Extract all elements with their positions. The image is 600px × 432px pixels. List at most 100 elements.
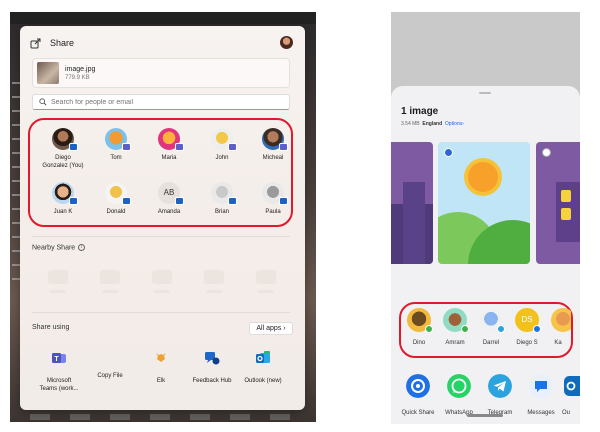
- share-icon: [30, 38, 41, 49]
- selected-check-icon[interactable]: [444, 148, 453, 157]
- avatar: AB: [158, 182, 184, 205]
- person-name: Dino: [412, 340, 426, 346]
- person-brian[interactable]: Brian: [197, 182, 247, 216]
- person-name: Amram: [445, 340, 465, 346]
- messages-icon: [533, 325, 541, 333]
- avatar: [105, 128, 131, 151]
- person-micheal[interactable]: Micheal: [248, 128, 298, 162]
- windows-share-dialog: Share image.jpg 779.9 KB Die: [20, 26, 305, 410]
- person-ka[interactable]: Ka: [545, 308, 571, 346]
- app-copy-file[interactable]: Copy File: [85, 350, 135, 380]
- app-telegram[interactable]: Telegram: [480, 374, 520, 416]
- file-size: 779.9 KB: [65, 74, 90, 81]
- telegram-icon: [488, 374, 512, 398]
- top-taskbar-strip: [10, 12, 316, 24]
- info-icon[interactable]: i: [78, 244, 86, 251]
- share-title: Share: [50, 38, 75, 48]
- background-text: [30, 414, 310, 420]
- person-name: Tom: [110, 155, 122, 161]
- outlook-icon: [256, 351, 270, 363]
- selection-subtitle: 3.54 MB England Options›: [401, 121, 464, 127]
- app-label: Outlook (new): [244, 378, 282, 384]
- search-input[interactable]: [51, 98, 271, 106]
- avatar-initials: DS: [521, 315, 533, 324]
- app-messages[interactable]: Messages: [521, 374, 561, 416]
- avatar: [105, 182, 131, 205]
- person-name: Juan K: [53, 209, 73, 215]
- person-darrel[interactable]: Darrel: [473, 308, 509, 346]
- avatar: [262, 182, 288, 205]
- feedback-icon: [205, 352, 220, 365]
- whatsapp-icon: [447, 374, 471, 398]
- avatar: [211, 182, 237, 205]
- person-name: Amanda: [157, 209, 181, 215]
- image-carousel: [391, 142, 580, 264]
- screenshot-root: Share image.jpg 779.9 KB Die: [0, 0, 600, 432]
- app-label: Feedback Hub: [192, 378, 232, 384]
- app-label: Messages: [527, 410, 555, 416]
- avatar: [407, 308, 433, 333]
- search-box[interactable]: [32, 94, 290, 110]
- app-feedback-hub[interactable]: Feedback Hub: [187, 350, 237, 385]
- outlook-icon: [564, 376, 580, 396]
- people-suggestions: Diego Gonzalez (You) Tom Maria John Mich…: [28, 118, 293, 227]
- image-thumbnail[interactable]: [536, 142, 580, 264]
- person-name: John: [215, 155, 229, 161]
- gesture-navigation-bar[interactable]: [467, 414, 503, 417]
- app-label: Copy File: [97, 373, 123, 379]
- app-outlook[interactable]: Ou: [559, 374, 580, 416]
- selection-title: 1 image: [401, 106, 439, 117]
- teams-icon: [279, 143, 288, 151]
- app-elk[interactable]: Elk: [136, 350, 186, 385]
- person-name: Micheal: [262, 155, 284, 161]
- android-share-screen: 1 image 3.54 MB England Options› Dino Am…: [391, 12, 580, 424]
- outlook-icon: [175, 197, 184, 205]
- app-whatsapp[interactable]: WhatsApp: [439, 374, 479, 416]
- person-name: Maria: [161, 155, 177, 161]
- options-link[interactable]: Options›: [445, 121, 464, 127]
- account-avatar[interactable]: [280, 36, 293, 49]
- image-thumbnail[interactable]: [391, 142, 433, 264]
- avatar: [443, 308, 469, 333]
- person-amanda[interactable]: AB Amanda: [144, 182, 194, 216]
- person-john[interactable]: John: [197, 128, 247, 162]
- avatar: [262, 128, 288, 151]
- person-paula[interactable]: Paula: [248, 182, 298, 216]
- person-maria[interactable]: Maria: [144, 128, 194, 162]
- share-header: Share: [30, 34, 295, 52]
- person-juan-k[interactable]: Juan K: [38, 182, 88, 216]
- drag-handle[interactable]: [479, 92, 491, 94]
- person-diego-s[interactable]: DS Diego S: [509, 308, 545, 346]
- file-name: image.jpg: [65, 65, 96, 73]
- svg-text:T: T: [54, 356, 59, 363]
- teams-icon: T: [52, 353, 66, 363]
- person-diego[interactable]: Diego Gonzalez (You): [38, 128, 88, 170]
- app-label: Microsoft Teams (work...: [39, 378, 79, 392]
- avatar: [158, 128, 184, 151]
- unselected-check-icon[interactable]: [542, 148, 551, 157]
- image-thumbnail-selected[interactable]: [438, 142, 530, 264]
- person-donald[interactable]: Donald: [91, 182, 141, 216]
- share-using-label: Share using: [32, 324, 70, 331]
- direct-share-people: Dino Amram Darrel DS Diego S Ka: [399, 302, 573, 358]
- avatar: [551, 308, 571, 332]
- person-amram[interactable]: Amram: [437, 308, 473, 346]
- divider: [32, 312, 290, 313]
- nearby-share-label: Nearby Share i: [32, 244, 86, 251]
- person-name: Paula: [265, 209, 281, 215]
- avatar-initials: AB: [163, 188, 175, 197]
- whatsapp-icon: [425, 325, 433, 333]
- app-quick-share[interactable]: Quick Share: [398, 374, 438, 416]
- avatar: DS: [515, 308, 541, 333]
- chevron-right-icon: ›: [283, 325, 286, 332]
- app-outlook-new[interactable]: Outlook (new): [238, 350, 288, 385]
- app-label: Quick Share: [401, 410, 435, 416]
- person-dino[interactable]: Dino: [401, 308, 437, 346]
- all-apps-button[interactable]: All apps ›: [249, 322, 293, 335]
- person-name: Brian: [214, 209, 229, 215]
- file-thumbnail: [37, 62, 59, 84]
- person-tom[interactable]: Tom: [91, 128, 141, 162]
- app-microsoft-teams[interactable]: T Microsoft Teams (work...: [34, 350, 84, 393]
- teams-icon: [122, 143, 131, 151]
- teams-icon: [175, 143, 184, 151]
